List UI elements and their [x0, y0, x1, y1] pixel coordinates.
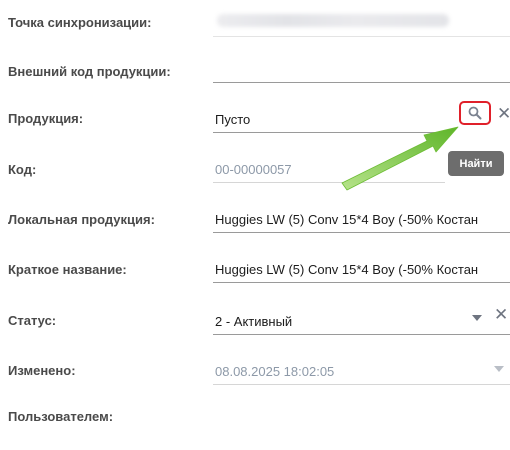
product-field[interactable]: Пусто: [213, 102, 453, 133]
local-product-value: Huggies LW (5) Conv 15*4 Boy (-50% Коста…: [215, 212, 479, 227]
status-value: 2 - Активный: [215, 314, 293, 329]
row-external-code: Внешний код продукции:: [0, 50, 510, 100]
status-label: Статус:: [8, 313, 57, 328]
status-select[interactable]: 2 - Активный: [213, 304, 510, 335]
row-sync-point: Точка синхронизации:: [0, 0, 510, 50]
search-button[interactable]: [459, 101, 491, 125]
local-product-field[interactable]: Huggies LW (5) Conv 15*4 Boy (-50% Коста…: [213, 202, 510, 233]
changed-field: 08.08.2025 18:02:05: [213, 354, 510, 385]
product-clear-icon[interactable]: ✕: [497, 105, 510, 122]
row-local-product: Локальная продукция: Huggies LW (5) Conv…: [0, 200, 510, 250]
changed-value: 08.08.2025 18:02:05: [215, 364, 335, 379]
code-value: 00-00000057: [215, 162, 292, 177]
code-field: 00-00000057: [213, 152, 445, 183]
sync-point-blurred-value: [217, 14, 449, 27]
product-value: Пусто: [215, 112, 251, 127]
changed-chevron-down-icon: [494, 366, 504, 372]
row-by-user: Пользователем:: [0, 400, 510, 450]
changed-label: Изменено:: [8, 363, 76, 378]
row-product: Продукция: Пусто: [0, 100, 510, 150]
by-user-label: Пользователем:: [8, 409, 114, 424]
status-clear-icon[interactable]: ✕: [494, 306, 508, 323]
short-name-label: Краткое название:: [8, 262, 127, 277]
row-status: Статус: 2 - Активный: [0, 300, 510, 350]
search-tooltip: Найти: [448, 151, 504, 176]
product-label: Продукция:: [8, 111, 84, 126]
row-changed: Изменено: 08.08.2025 18:02:05: [0, 350, 510, 400]
product-form: Точка синхронизации: Внешний код продукц…: [0, 0, 510, 425]
short-name-value: Huggies LW (5) Conv 15*4 Boy (-50% Коста…: [215, 262, 479, 277]
sync-point-field: [213, 6, 510, 37]
status-chevron-down-icon[interactable]: [472, 315, 482, 321]
row-short-name: Краткое название: Huggies LW (5) Conv 15…: [0, 250, 510, 300]
external-code-field[interactable]: [213, 52, 510, 83]
sync-point-label: Точка синхронизации:: [8, 15, 152, 30]
search-icon: [468, 106, 482, 120]
external-code-label: Внешний код продукции:: [8, 64, 171, 79]
local-product-label: Локальная продукция:: [8, 212, 155, 227]
code-label: Код:: [8, 162, 37, 177]
short-name-field[interactable]: Huggies LW (5) Conv 15*4 Boy (-50% Коста…: [213, 252, 510, 283]
row-code: Код: 00-00000057: [0, 150, 510, 200]
